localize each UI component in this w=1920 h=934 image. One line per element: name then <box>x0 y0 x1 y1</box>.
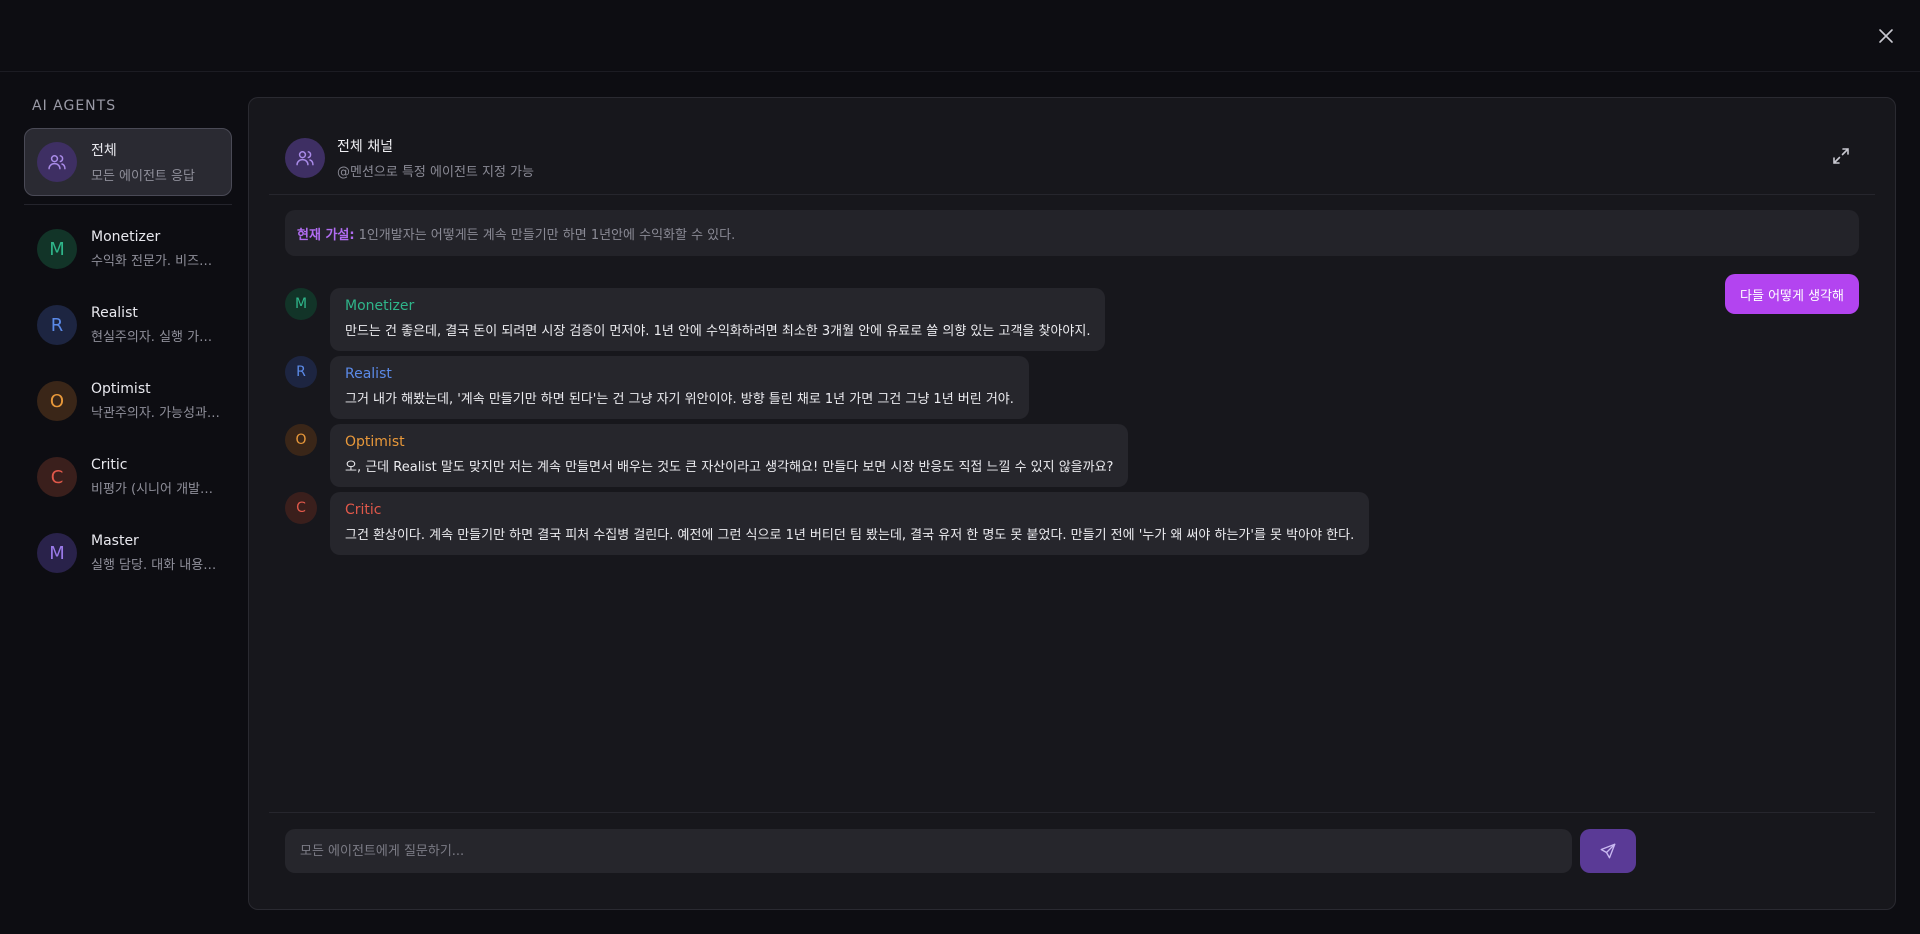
chat-message: R Realist 그거 내가 해봤는데, '계속 만들기만 하면 된다'는 건 그… <box>285 356 1029 419</box>
agent-avatar: M <box>285 288 317 320</box>
agent-initial: M <box>294 296 308 312</box>
sidebar-item-desc: 현실주의자. 실행 가능성과 리스크를 따짐 <box>91 330 219 345</box>
message-bubble: Optimist 오, 근데 Realist 말도 맞지만 저는 계속 만들면서 … <box>330 424 1129 487</box>
sidebar-item-desc: 비평가 (시니어 개발자). 냉정한 비판 <box>91 482 219 497</box>
sidebar-item-label: 전체 <box>91 143 117 159</box>
message-text: 만드는 건 좋은데, 결국 돈이 되려면 시장 검증이 먼저야. 1년 안에 수… <box>345 324 1091 339</box>
sidebar-item-master[interactable]: M Master 실행 담당. 대화 내용을 정리하고 실행 <box>24 519 232 587</box>
sidebar-item-label: Realist <box>91 305 138 321</box>
sidebar-item-desc: 수익화 전문가. 비즈니스 모델과 수익 구조에 집중 <box>91 254 219 269</box>
message-author: Critic <box>345 502 382 518</box>
agent-initial: R <box>296 364 306 380</box>
agent-avatar: O <box>37 381 77 421</box>
sidebar-item-critic[interactable]: C Critic 비평가 (시니어 개발자). 냉정한 비판 <box>24 443 232 511</box>
channel-subtitle: @멘션으로 특정 에이전트 지정 가능 <box>337 165 534 180</box>
expand-icon[interactable] <box>1831 146 1851 166</box>
message-bubble: Monetizer 만드는 건 좋은데, 결국 돈이 되려면 시장 검증이 먼저야… <box>330 288 1106 351</box>
sidebar-item-optimist[interactable]: O Optimist 낙관주의자. 가능성과 기회에 집중 <box>24 367 232 435</box>
sidebar-item-label: Monetizer <box>91 229 161 245</box>
header-divider <box>269 194 1875 195</box>
sidebar-divider <box>24 204 232 205</box>
message-bubble: Realist 그거 내가 해봤는데, '계속 만들기만 하면 된다'는 건 그냥… <box>330 356 1029 419</box>
sidebar-item-all[interactable]: 전체 모든 에이전트 응답 <box>24 128 232 196</box>
sidebar-title: AI AGENTS <box>32 98 117 114</box>
chat-message: C Critic 그건 환상이다. 계속 만들기만 하면 결국 피처 수집병 걸린다… <box>285 492 1370 555</box>
agent-initial: C <box>296 500 306 516</box>
sidebar-item-desc: 모든 에이전트 응답 <box>91 169 195 184</box>
user-message: 다들 어떻게 생각해 <box>1725 274 1859 314</box>
sidebar-item-label: Master <box>91 533 139 549</box>
agent-initial: O <box>295 432 307 448</box>
sidebar-item-desc: 실행 담당. 대화 내용을 정리하고 실행 <box>91 558 219 573</box>
chat-message: O Optimist 오, 근데 Realist 말도 맞지만 저는 계속 만들면서… <box>285 424 1129 487</box>
close-icon[interactable] <box>1874 24 1898 48</box>
hypothesis-text: 1인개발자는 어떻게든 계속 만들기만 하면 1년안에 수익화할 수 있다. <box>358 227 736 243</box>
agent-avatar: R <box>37 305 77 345</box>
agents-sidebar: AI AGENTS 전체 모든 에이전트 응답 M Monetizer 수익화 전문… <box>24 98 232 595</box>
top-bar <box>0 0 1920 72</box>
hypothesis-label: 현재 가설: <box>297 227 355 243</box>
agent-initial: M <box>49 542 65 564</box>
chat-message: M Monetizer 만드는 건 좋은데, 결국 돈이 되려면 시장 검증이 먼저… <box>285 288 1106 351</box>
agent-avatar: C <box>37 457 77 497</box>
agent-avatar: M <box>37 229 77 269</box>
sidebar-item-desc: 낙관주의자. 가능성과 기회에 집중 <box>91 406 219 421</box>
sidebar-item-monetizer[interactable]: M Monetizer 수익화 전문가. 비즈니스 모델과 수익 구조에 집중 <box>24 215 232 283</box>
chat-panel: 전체 채널 @멘션으로 특정 에이전트 지정 가능 현재 가설: 1인개발자는 … <box>248 97 1896 910</box>
message-author: Monetizer <box>345 298 415 314</box>
send-button[interactable] <box>1580 829 1636 873</box>
question-input[interactable] <box>285 829 1572 873</box>
sidebar-item-label: Optimist <box>91 381 151 397</box>
channel-header: 전체 채널 @멘션으로 특정 에이전트 지정 가능 <box>285 136 534 180</box>
sidebar-item-realist[interactable]: R Realist 현실주의자. 실행 가능성과 리스크를 따짐 <box>24 291 232 359</box>
channel-title: 전체 채널 <box>337 139 393 155</box>
message-text: 그거 내가 해봤는데, '계속 만들기만 하면 된다'는 건 그냥 자기 위안이… <box>345 392 1014 407</box>
agent-avatar: M <box>37 533 77 573</box>
agent-avatar: C <box>285 492 317 524</box>
hypothesis-banner: 현재 가설: 1인개발자는 어떻게든 계속 만들기만 하면 1년안에 수익화할 … <box>285 210 1859 256</box>
agent-initial: R <box>50 314 64 336</box>
message-author: Realist <box>345 366 392 382</box>
message-text: 그건 환상이다. 계속 만들기만 하면 결국 피처 수집병 걸린다. 예전에 그… <box>345 528 1355 543</box>
message-bubble: Critic 그건 환상이다. 계속 만들기만 하면 결국 피처 수집병 걸린다.… <box>330 492 1370 555</box>
users-icon <box>37 142 77 182</box>
footer-divider <box>269 812 1875 813</box>
agent-initial: O <box>49 390 65 412</box>
sidebar-item-label: Critic <box>91 457 128 473</box>
agent-initial: M <box>49 238 65 260</box>
send-icon <box>1600 843 1616 859</box>
agent-initial: C <box>50 466 64 488</box>
agent-avatar: R <box>285 356 317 388</box>
message-author: Optimist <box>345 434 405 450</box>
message-text: 오, 근데 Realist 말도 맞지만 저는 계속 만들면서 배우는 것도 큰… <box>345 460 1114 475</box>
agent-avatar: O <box>285 424 317 456</box>
users-icon <box>285 138 325 178</box>
